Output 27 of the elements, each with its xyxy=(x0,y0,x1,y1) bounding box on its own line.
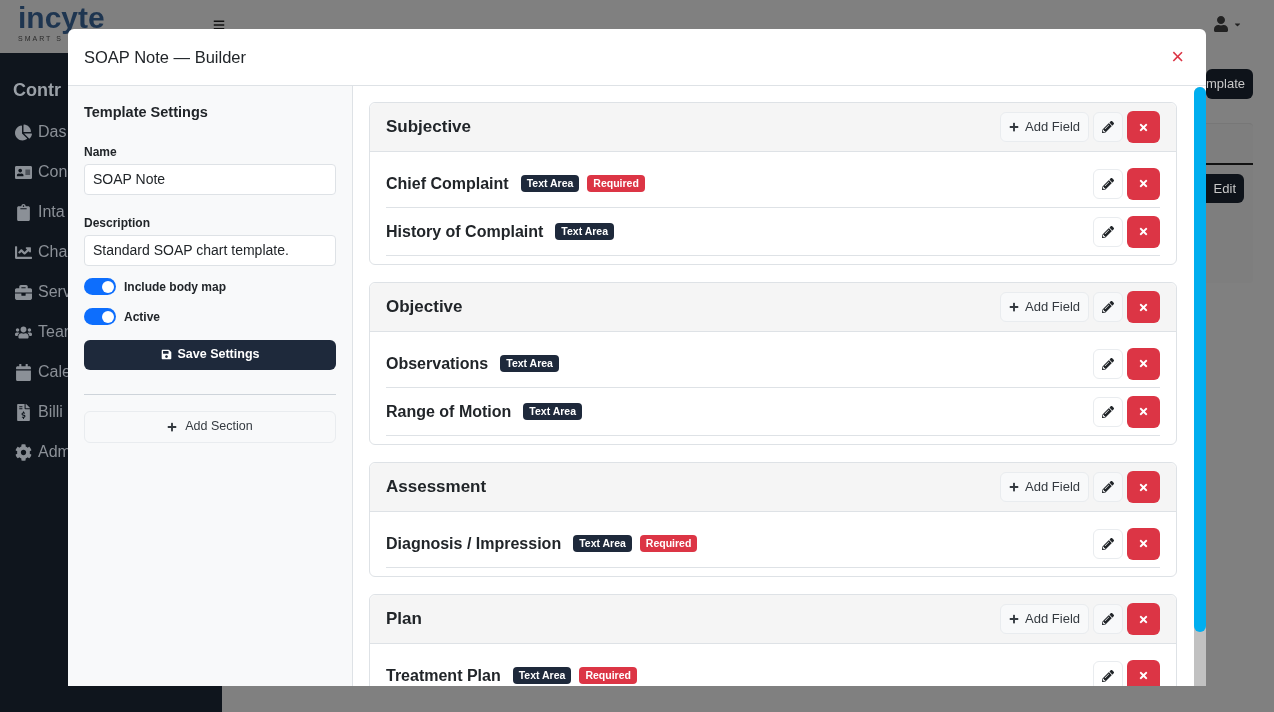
toggle-label: Active xyxy=(124,308,161,326)
section-title: Subjective xyxy=(386,116,472,139)
field-type-tag: Text Area xyxy=(500,354,559,373)
field-label: Description xyxy=(84,214,151,232)
field-type-tag: Text Area xyxy=(555,222,615,241)
section-title: Plan xyxy=(386,608,422,631)
required-tag: Required xyxy=(587,174,645,193)
logo: incyte xyxy=(18,2,105,34)
field-label: Treatment Plan xyxy=(386,665,501,686)
toggle-label: Include body map xyxy=(124,278,226,296)
field-label: Range of Motion xyxy=(386,401,512,422)
field-type-tag: Text Area xyxy=(523,402,582,421)
field-type-tag: Text Area xyxy=(512,666,572,685)
sidebar-title: Contr xyxy=(13,79,62,102)
required-tag: Required xyxy=(579,666,637,685)
settings-heading: Template Settings xyxy=(84,103,209,122)
field-label: Diagnosis / Impression xyxy=(386,533,562,554)
section-title: Assessment xyxy=(386,476,487,499)
field-label: Chief Complaint xyxy=(386,173,509,194)
field-type-tag: Text Area xyxy=(520,174,580,193)
field-label: Observations xyxy=(386,353,489,374)
field-label: History of Complaint xyxy=(386,221,544,242)
section-title: Objective xyxy=(386,296,463,319)
modal-title: SOAP Note — Builder xyxy=(84,46,247,68)
field-label: Name xyxy=(84,143,118,161)
required-tag: Required xyxy=(639,534,698,553)
field-type-tag: Text Area xyxy=(573,534,632,553)
